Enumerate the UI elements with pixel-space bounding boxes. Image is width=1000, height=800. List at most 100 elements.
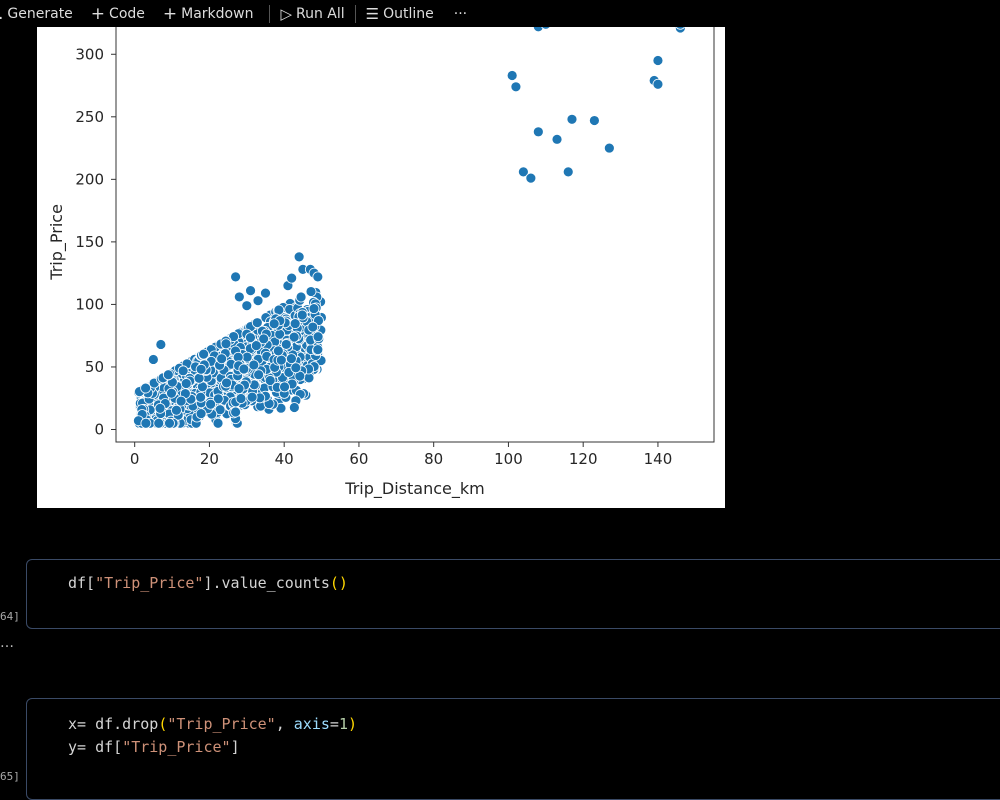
code-token: "Trip_Price" (122, 738, 231, 756)
scatter-point (286, 353, 297, 365)
scatter-point (260, 287, 271, 299)
scatter-point (280, 339, 292, 350)
x-tick-label: 0 (130, 450, 140, 468)
scatter-point (307, 321, 319, 333)
run-all-icon: ▷ (280, 4, 292, 23)
toolbar-divider (354, 4, 356, 23)
y-tick-label: 200 (75, 170, 104, 188)
scatter-points (133, 27, 686, 429)
code-cell-65-source[interactable]: x= df.drop("Trip_Price", axis=1) y= df["T… (68, 713, 357, 759)
scatter-point (198, 348, 210, 360)
scatter-point (286, 272, 298, 284)
scatter-point (166, 387, 177, 399)
code-token: ] (230, 738, 240, 756)
scatter-point (510, 81, 522, 93)
scatter-point (175, 395, 187, 407)
execution-count-64: 64] (0, 610, 20, 623)
scatter-point (289, 318, 301, 329)
scatter-point (308, 303, 320, 315)
scatter-point (288, 402, 300, 413)
x-tick-label: 80 (424, 450, 443, 468)
scatter-point (205, 398, 217, 410)
scatter-point (525, 172, 537, 184)
code-cell-64[interactable] (26, 559, 1000, 629)
scatter-point (290, 362, 302, 374)
scatter-point (235, 393, 247, 404)
y-axis-label: Trip_Price (47, 204, 67, 281)
generate-button[interactable]: . Generate (0, 0, 73, 27)
scatter-point (275, 354, 287, 366)
scatter-point (296, 309, 308, 321)
scatter-point (258, 333, 270, 345)
scatter-point (241, 300, 253, 312)
code-line[interactable]: df["Trip_Price"].value_counts() (68, 574, 348, 592)
code-token: ].value_counts (203, 574, 330, 592)
x-tick-label: 40 (275, 450, 294, 468)
scatter-point (195, 391, 207, 403)
scatter-point (652, 55, 664, 66)
add-code-button[interactable]: + Code (91, 0, 145, 27)
scatter-point (312, 344, 324, 356)
scatter-point (589, 115, 600, 126)
scatter-point (221, 377, 232, 389)
scatter-point (212, 417, 224, 429)
sparkle-icon: . (0, 4, 3, 24)
run-all-button[interactable]: ▷ Run All (280, 0, 344, 27)
add-code-label: Code (109, 5, 145, 22)
y-tick-label: 150 (75, 233, 104, 251)
outline-label: Outline (383, 5, 434, 22)
code-token: , (275, 715, 294, 733)
scatter-point (216, 353, 228, 365)
scatter-point (562, 166, 574, 178)
generate-label: Generate (7, 5, 73, 22)
scatter-point (154, 402, 166, 414)
code-token: axis (293, 715, 330, 733)
x-axis-label: Trip_Distance_km (344, 479, 484, 499)
code-cell-64-source[interactable]: df["Trip_Price"].value_counts() (68, 574, 348, 592)
y-tick-label: 100 (75, 295, 104, 313)
scatter-point (551, 133, 563, 145)
scatter-point (230, 406, 242, 418)
y-tick-label: 300 (75, 45, 104, 63)
code-token: df[ (68, 574, 96, 592)
more-actions-button[interactable]: ··· (454, 0, 467, 27)
scatter-point (312, 331, 324, 343)
code-token: 1 (338, 715, 348, 733)
scatter-point (147, 354, 159, 365)
scatter-point (180, 378, 192, 389)
code-token: ) (347, 715, 357, 733)
y-tick-label: 0 (94, 420, 104, 438)
add-markdown-label: Markdown (181, 5, 254, 22)
scatter-point (279, 381, 290, 393)
scatter-point (220, 338, 232, 350)
scatter-point (252, 295, 264, 307)
scatter-point (603, 142, 615, 154)
scatter-plot-output: 0 20 40 60 80 100 120 140 0 50 100 150 200 250 300 Trip… (37, 27, 725, 508)
run-all-label: Run All (295, 5, 345, 22)
x-tick-label: 120 (569, 450, 598, 468)
scatter-point (248, 359, 260, 371)
code-line[interactable]: x= df.drop("Trip_Price", axis=1) (68, 713, 357, 736)
code-token: = (329, 715, 339, 733)
scatter-point (268, 318, 280, 330)
notebook-toolbar: . Generate + Code + Markdown ▷ Run All ☰… (0, 0, 1000, 27)
scatter-chart: 0 20 40 60 80 100 120 140 0 50 100 150 200 250 300 Trip… (47, 27, 715, 499)
code-line[interactable]: y= df["Trip_Price"] (68, 736, 357, 759)
x-tick-label: 60 (349, 450, 368, 468)
scatter-point (230, 271, 242, 283)
output-ellipsis[interactable]: … (0, 635, 14, 651)
scatter-point (140, 417, 152, 429)
scatter-point (652, 78, 664, 90)
scatter-point (153, 417, 165, 429)
y-tick-label: 250 (75, 108, 104, 126)
x-tick-label: 140 (644, 450, 673, 468)
code-token: ( (158, 715, 168, 733)
add-markdown-button[interactable]: + Markdown (163, 0, 254, 27)
outline-button[interactable]: ☰ Outline (366, 0, 434, 27)
scatter-point (195, 408, 207, 420)
y-tick-label: 50 (85, 358, 104, 376)
scatter-point (246, 391, 258, 403)
execution-count-65: 65] (0, 770, 20, 783)
code-token: () (329, 574, 348, 592)
code-token: "Trip_Price" (167, 715, 276, 733)
